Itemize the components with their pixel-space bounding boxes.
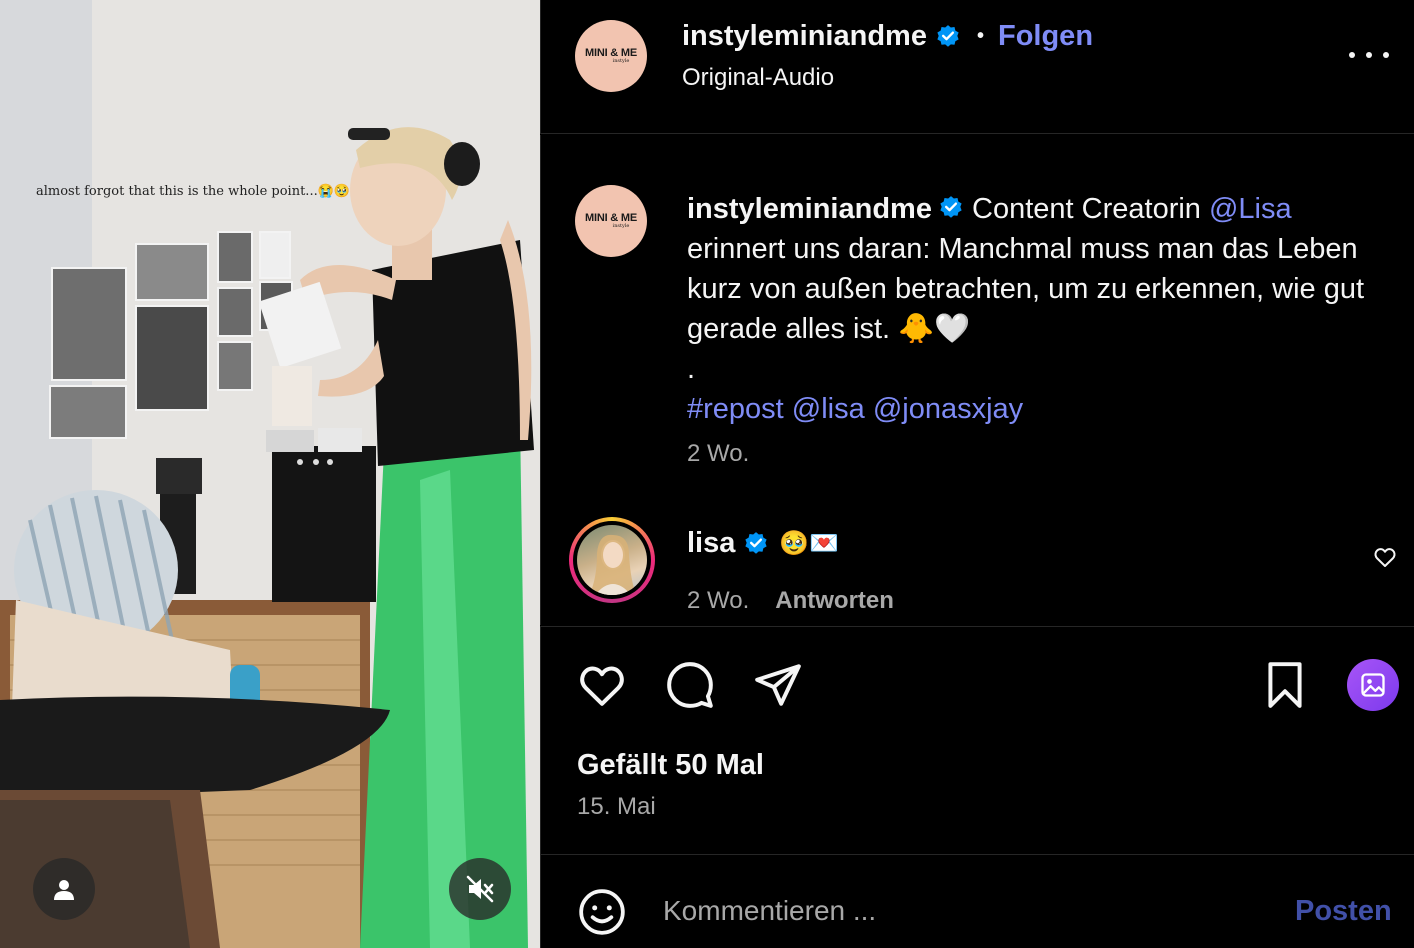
verified-badge-icon: [940, 196, 962, 218]
verified-badge-icon: [937, 24, 959, 47]
avatar-logo-subtext: instyle: [612, 223, 630, 229]
profile-picture: [577, 525, 647, 595]
more-dot-icon: [1383, 52, 1389, 58]
comments-section[interactable]: MINI & ME instyle instyleminiandme Conte…: [540, 135, 1414, 625]
comment-composer: Posten: [540, 854, 1414, 948]
profile-photo-image: [589, 534, 637, 595]
mention-link[interactable]: @Lisa: [1209, 193, 1292, 225]
comment-bubble-icon[interactable]: [665, 660, 715, 710]
caption-username[interactable]: instyleminiandme: [687, 193, 932, 225]
like-heart-icon[interactable]: [577, 660, 627, 708]
comment-like-heart-icon[interactable]: [1373, 545, 1397, 569]
follow-button[interactable]: Folgen: [998, 20, 1093, 53]
share-paper-plane-icon[interactable]: [753, 660, 803, 710]
header-separator: •: [976, 25, 984, 47]
reel-video[interactable]: almost forgot that this is the whole poi…: [0, 0, 540, 948]
likes-count[interactable]: Gefällt 50 Mal: [577, 749, 764, 782]
caption-timestamp[interactable]: 2 Wo.: [687, 440, 749, 468]
post-side-panel: MINI & ME instyle instyleminiandme • Fol…: [540, 0, 1414, 948]
mention-link[interactable]: @jonasxjay: [873, 393, 1023, 425]
mention-link[interactable]: @lisa: [792, 393, 865, 425]
bookmark-icon[interactable]: [1263, 660, 1307, 710]
comment-timestamp[interactable]: 2 Wo.: [687, 587, 749, 614]
header-user-row: instyleminiandme • Folgen: [682, 20, 1093, 53]
gallery-button[interactable]: [1347, 659, 1399, 711]
comment-input[interactable]: [663, 891, 1263, 931]
speaker-muted-icon: [466, 875, 494, 903]
video-caption-overlay: almost forgot that this is the whole poi…: [36, 184, 351, 199]
story-ring: [573, 521, 651, 599]
comment-text: 🥹💌: [779, 530, 840, 557]
comment-meta: 2 Wo. Antworten: [687, 587, 894, 615]
caption-text-part: Content Creatorin: [963, 193, 1209, 225]
comment-avatar[interactable]: [569, 517, 655, 603]
header-username[interactable]: instyleminiandme: [682, 20, 927, 53]
reply-button[interactable]: Antworten: [775, 587, 894, 614]
hashtag-link[interactable]: #repost: [687, 393, 784, 425]
caption-dot: .: [687, 353, 696, 385]
more-options-button[interactable]: [1349, 40, 1389, 70]
comment-username[interactable]: lisa: [687, 527, 735, 560]
user-icon: [54, 880, 74, 900]
avatar-logo-text: MINI & ME: [585, 47, 637, 59]
video-frame: [0, 0, 540, 948]
post-date: 15. Mai: [577, 793, 656, 820]
avatar-logo-text: MINI & ME: [585, 212, 637, 224]
post-actions: Gefällt 50 Mal 15. Mai: [540, 626, 1414, 854]
emoji-smiley-icon[interactable]: [577, 887, 627, 937]
verified-badge-icon: [745, 531, 767, 554]
more-dot-icon: [1366, 52, 1372, 58]
more-dot-icon: [1349, 52, 1355, 58]
post-comment-button[interactable]: Posten: [1295, 895, 1392, 928]
comment-row: lisa 🥹💌: [687, 527, 839, 560]
post-header: MINI & ME instyle instyleminiandme • Fol…: [540, 0, 1414, 134]
caption-text-part: erinnert uns daran: Manchmal muss man da…: [687, 233, 1365, 345]
audio-link[interactable]: Original-Audio: [682, 64, 834, 92]
caption-avatar[interactable]: MINI & ME instyle: [575, 185, 647, 257]
tagged-users-button[interactable]: [33, 858, 95, 920]
avatar-logo-subtext: instyle: [612, 58, 630, 64]
image-icon: [1361, 673, 1385, 697]
account-avatar[interactable]: MINI & ME instyle: [575, 20, 647, 92]
post-caption: instyleminiandme Content Creatorin @Lisa…: [687, 189, 1367, 429]
mute-toggle-button[interactable]: [449, 858, 511, 920]
